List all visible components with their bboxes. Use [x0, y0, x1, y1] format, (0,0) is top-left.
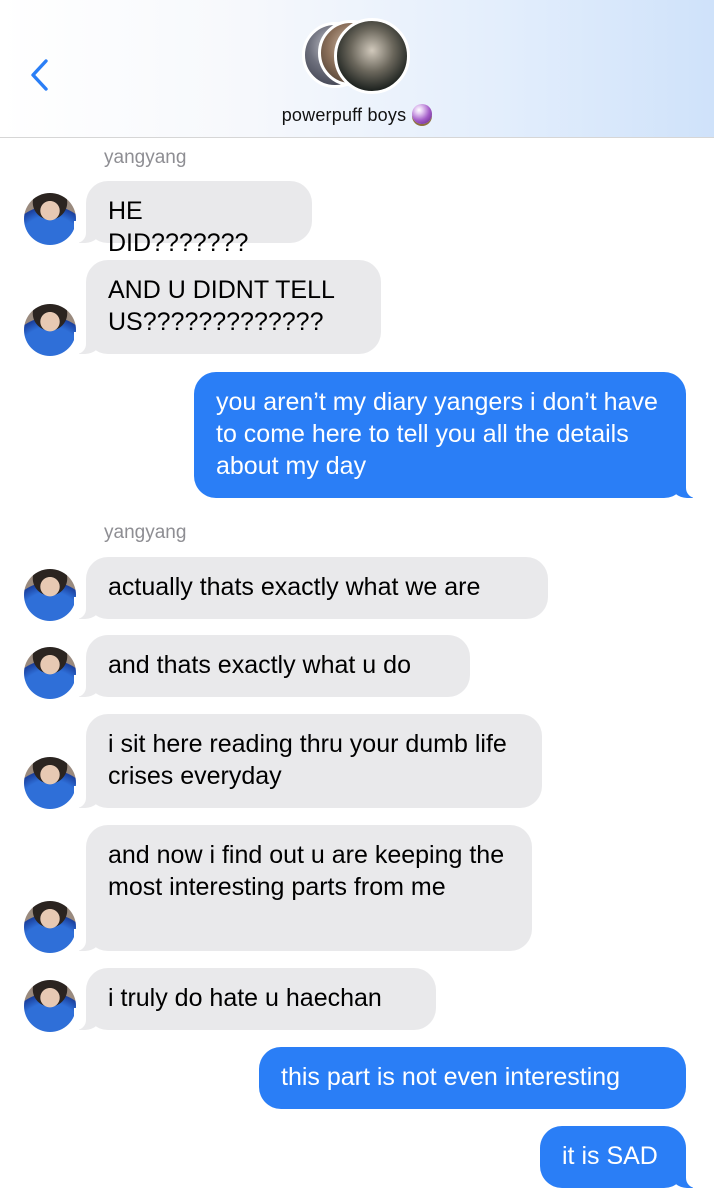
message-text: AND U DIDNT TELL US????????????? [108, 276, 334, 336]
message-text: i sit here reading thru your dumb life c… [108, 730, 507, 790]
message-bubble-incoming[interactable]: actually thats exactly what we are [74, 557, 548, 619]
avatar[interactable] [24, 569, 76, 621]
crystal-ball-icon [412, 104, 433, 124]
sender-name: yangyang [104, 147, 187, 168]
message-text: and thats exactly what u do [108, 651, 411, 679]
message-bubble-incoming[interactable]: and thats exactly what u do [74, 635, 470, 697]
message-text: actually thats exactly what we are [108, 573, 481, 601]
message-text: you aren’t my diary yangers i don’t have… [216, 388, 658, 480]
avatar[interactable] [24, 980, 76, 1032]
message-text: i truly do hate u haechan [108, 984, 382, 1012]
avatar[interactable] [24, 901, 76, 953]
group-title[interactable]: powerpuff boys [0, 104, 714, 126]
message-bubble-outgoing[interactable]: you aren’t my diary yangers i don’t have… [194, 372, 698, 498]
message-bubble-incoming[interactable]: HE DID??????? [74, 181, 312, 257]
chat-header: powerpuff boys [0, 0, 714, 138]
message-text: this part is not even interesting [281, 1063, 621, 1091]
message-bubble-outgoing[interactable]: it is SAD [540, 1126, 698, 1188]
message-text: and now i find out u are keeping the mos… [108, 841, 505, 901]
message-text: it is SAD [562, 1142, 658, 1170]
avatar[interactable] [24, 193, 76, 245]
avatar[interactable] [24, 647, 76, 699]
group-avatar-stack[interactable] [300, 18, 415, 96]
message-bubble-incoming[interactable]: AND U DIDNT TELL US????????????? [74, 260, 381, 354]
message-bubble-incoming[interactable]: i sit here reading thru your dumb life c… [74, 714, 542, 808]
avatar[interactable] [24, 304, 76, 356]
message-bubble-incoming[interactable]: i truly do hate u haechan [74, 968, 436, 1030]
group-member-avatar [334, 18, 410, 94]
chevron-left-icon[interactable] [26, 55, 56, 95]
sender-name: yangyang [104, 522, 187, 543]
message-text: HE DID??????? [108, 197, 249, 257]
group-name: powerpuff boys [281, 105, 407, 125]
message-bubble-outgoing[interactable]: this part is not even interesting [259, 1047, 686, 1109]
message-bubble-incoming[interactable]: and now i find out u are keeping the mos… [74, 825, 532, 951]
avatar[interactable] [24, 757, 76, 809]
